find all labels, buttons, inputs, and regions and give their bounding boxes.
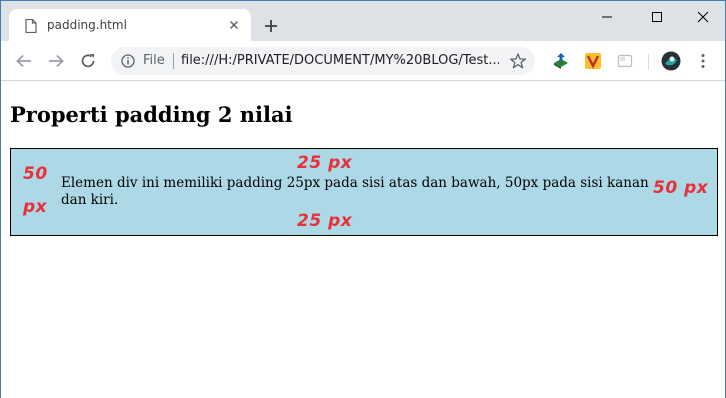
annotation-top-padding: 25 px: [297, 153, 353, 173]
annotation-left-padding-unit: px: [23, 197, 48, 217]
tab-title: padding.html: [47, 18, 127, 32]
star-icon[interactable]: [509, 52, 527, 70]
info-icon[interactable]: [121, 54, 135, 68]
file-icon: [25, 19, 37, 33]
scheme-label: File: [143, 53, 165, 68]
url-text[interactable]: file:///H:/PRIVATE/DOCUMENT/MY%20BLOG/Te…: [181, 53, 499, 68]
browser-toolbar: File file:///H:/PRIVATE/DOCUMENT/MY%20BL…: [1, 41, 725, 81]
arrow-left-icon[interactable]: [15, 52, 33, 70]
kebab-menu-icon[interactable]: [697, 53, 709, 69]
arrow-right-icon[interactable]: [47, 52, 65, 70]
minimize-icon[interactable]: [597, 9, 617, 25]
browser-window: padding.html File file:///H:/PRIVATE/DOC…: [0, 0, 726, 398]
annotation-bottom-padding: 25 px: [297, 211, 353, 231]
padding-demo-box: Elemen div ini memiliki padding 25px pad…: [10, 148, 718, 236]
annotation-right-padding: 50 px: [653, 178, 709, 198]
tab-padding-html[interactable]: padding.html: [9, 9, 251, 41]
v-extension-icon[interactable]: [584, 52, 602, 70]
extension-icon[interactable]: [616, 52, 634, 70]
profile-avatar-icon[interactable]: [661, 51, 681, 71]
close-window-icon[interactable]: [693, 9, 713, 25]
reload-icon[interactable]: [79, 52, 97, 70]
maximize-icon[interactable]: [647, 9, 667, 25]
annotation-left-padding-value: 50: [23, 164, 48, 184]
plus-icon[interactable]: [263, 18, 279, 34]
close-tab-icon[interactable]: [227, 18, 241, 32]
tab-strip: padding.html: [1, 1, 725, 41]
address-bar[interactable]: File file:///H:/PRIVATE/DOCUMENT/MY%20BL…: [111, 47, 535, 75]
download-manager-extension-icon[interactable]: [552, 52, 570, 70]
page-heading: Properti padding 2 nilai: [10, 102, 293, 127]
toolbar-divider: [648, 54, 649, 70]
padding-demo-text: Elemen div ini memiliki padding 25px pad…: [61, 175, 649, 208]
page-content: Properti padding 2 nilai Elemen div ini …: [1, 82, 725, 398]
omnibox-divider: [173, 53, 174, 69]
